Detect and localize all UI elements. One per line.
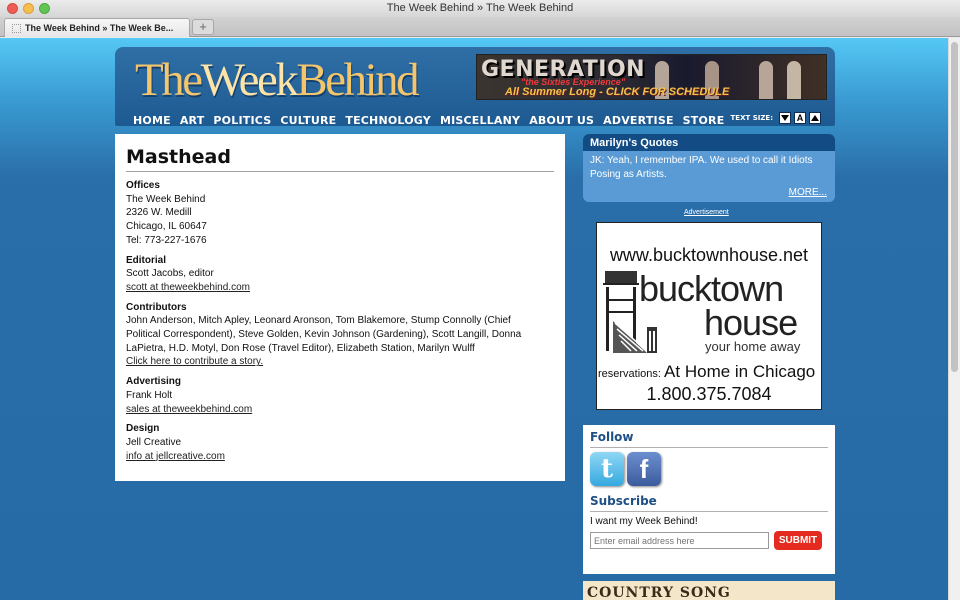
ad-reservations-label: reservations: bbox=[598, 368, 661, 380]
quote-text: JK: Yeah, I remember IPA. We used to cal… bbox=[590, 155, 813, 180]
masthead-content: Masthead Offices The Week Behind 2326 W.… bbox=[115, 134, 565, 481]
editorial-section: Editorial Scott Jacobs, editor scott at … bbox=[126, 254, 554, 295]
twitter-icon[interactable]: t bbox=[590, 452, 624, 486]
bucktown-house-ad[interactable]: www.bucktownhouse.net bucktown house you… bbox=[596, 222, 822, 410]
follow-subscribe-widget: Follow t f Subscribe I want my Week Behi… bbox=[583, 425, 835, 574]
quotes-heading: Marilyn's Quotes bbox=[583, 134, 835, 151]
logo-part-week: Week bbox=[200, 54, 299, 106]
nav-art[interactable]: ART bbox=[180, 114, 205, 127]
editor-email-link[interactable]: scott at theweekbehind.com bbox=[126, 282, 250, 293]
sales-email-link[interactable]: sales at theweekbehind.com bbox=[126, 404, 252, 415]
zoom-window-button[interactable] bbox=[39, 3, 50, 14]
text-size-increase-button[interactable] bbox=[809, 112, 821, 124]
subscribe-heading: Subscribe bbox=[590, 494, 828, 512]
ad-tagline: your home away bbox=[705, 339, 801, 354]
advertising-contact-name: Frank Holt bbox=[126, 389, 173, 401]
social-links: t f bbox=[590, 452, 828, 486]
nav-culture[interactable]: CULTURE bbox=[280, 114, 336, 127]
offices-heading: Offices bbox=[126, 180, 160, 191]
subscribe-form: SUBMIT bbox=[590, 531, 828, 550]
ad-at-home: At Home in Chicago bbox=[664, 362, 816, 381]
page-favicon-icon bbox=[12, 24, 21, 33]
advertisement-label[interactable]: Advertisement bbox=[684, 209, 729, 216]
generation-banner-ad[interactable]: GENERATION "the Sixties Experience" All … bbox=[476, 54, 827, 100]
subscribe-text: I want my Week Behind! bbox=[590, 516, 698, 527]
site-header: TheWeekBehind GENERATION "the Sixties Ex… bbox=[115, 47, 835, 127]
design-heading: Design bbox=[126, 423, 160, 435]
page-title: Masthead bbox=[126, 146, 554, 172]
window-titlebar: The Week Behind » The Week Behind bbox=[0, 0, 960, 17]
submit-button[interactable]: SUBMIT bbox=[774, 531, 822, 550]
site-logo[interactable]: TheWeekBehind bbox=[135, 53, 420, 107]
editorial-heading: Editorial bbox=[126, 254, 167, 266]
country-song-ad[interactable]: COUNTRY SONG bbox=[583, 581, 835, 600]
nav-about-us[interactable]: ABOUT US bbox=[529, 114, 594, 127]
design-email-link[interactable]: info at jellcreative.com bbox=[126, 451, 225, 462]
advertising-heading: Advertising bbox=[126, 376, 182, 388]
vertical-scrollbar[interactable] bbox=[948, 38, 960, 600]
design-section: Design Jell Creative info at jellcreativ… bbox=[126, 422, 554, 463]
nav-politics[interactable]: POLITICS bbox=[213, 114, 271, 127]
facebook-icon[interactable]: f bbox=[627, 452, 661, 486]
design-agency-name: Jell Creative bbox=[126, 436, 182, 448]
text-size-reset-button[interactable]: A bbox=[794, 112, 806, 124]
banner-performer-image bbox=[787, 61, 801, 99]
quotes-widget: Marilyn's Quotes JK: Yeah, I remember IP… bbox=[583, 134, 835, 202]
main-nav: HOME ART POLITICS CULTURE TECHNOLOGY MIS… bbox=[133, 114, 724, 127]
text-size-decrease-button[interactable] bbox=[779, 112, 791, 124]
contributors-section: Contributors John Anderson, Mitch Apley,… bbox=[126, 301, 546, 370]
nav-technology[interactable]: TECHNOLOGY bbox=[345, 114, 431, 127]
scrollbar-thumb[interactable] bbox=[951, 42, 958, 372]
banner-performer-image bbox=[759, 61, 773, 99]
nav-home[interactable]: HOME bbox=[133, 114, 171, 127]
advertising-section: Advertising Frank Holt sales at theweekb… bbox=[126, 375, 554, 416]
office-line: The Week Behind bbox=[126, 193, 206, 205]
contributors-list: John Anderson, Mitch Apley, Leonard Aron… bbox=[126, 315, 522, 354]
tab-current[interactable]: The Week Behind » The Week Be... bbox=[4, 18, 190, 37]
text-size-label: TEXT SIZE: bbox=[730, 114, 773, 122]
close-window-button[interactable] bbox=[7, 3, 18, 14]
page-viewport: TheWeekBehind GENERATION "the Sixties Ex… bbox=[0, 38, 948, 600]
email-field[interactable] bbox=[590, 532, 769, 549]
triangle-up-icon bbox=[811, 115, 819, 121]
office-line: Chicago, IL 60647 bbox=[126, 221, 207, 233]
office-line: Tel: 773-227-1676 bbox=[126, 234, 207, 246]
tab-label: The Week Behind » The Week Be... bbox=[25, 23, 174, 33]
triangle-down-icon bbox=[781, 115, 789, 121]
window-title: The Week Behind » The Week Behind bbox=[386, 2, 574, 14]
country-ad-text: COUNTRY SONG bbox=[587, 585, 731, 600]
contribute-story-link[interactable]: Click here to contribute a story. bbox=[126, 356, 263, 367]
logo-part-the: The bbox=[135, 54, 203, 106]
nav-store[interactable]: STORE bbox=[683, 114, 725, 127]
text-size-controls: TEXT SIZE: A bbox=[731, 112, 821, 124]
tab-bar: The Week Behind » The Week Be... + bbox=[0, 17, 960, 37]
ad-url: www.bucktownhouse.net bbox=[609, 245, 809, 265]
ad-brand-house: house bbox=[704, 302, 798, 343]
follow-heading: Follow bbox=[590, 430, 828, 448]
logo-part-behind: Behind bbox=[296, 54, 419, 106]
nav-miscellany[interactable]: MISCELLANY bbox=[440, 114, 520, 127]
editor-name: Scott Jacobs, editor bbox=[126, 268, 214, 280]
quotes-more-link[interactable]: MORE... bbox=[789, 187, 827, 198]
new-tab-button[interactable]: + bbox=[192, 19, 214, 35]
banner-cta: All Summer Long - CLICK FOR SCHEDULE bbox=[505, 86, 730, 98]
offices-section: Offices The Week Behind 2326 W. Medill C… bbox=[126, 179, 554, 248]
nav-advertise[interactable]: ADVERTISE bbox=[603, 114, 673, 127]
ad-reservations-line: reservations: At Home in Chicago bbox=[598, 362, 815, 382]
contributors-heading: Contributors bbox=[126, 301, 187, 313]
ad-phone: 1.800.375.7084 bbox=[646, 384, 772, 404]
minimize-window-button[interactable] bbox=[23, 3, 34, 14]
office-line: 2326 W. Medill bbox=[126, 207, 192, 219]
